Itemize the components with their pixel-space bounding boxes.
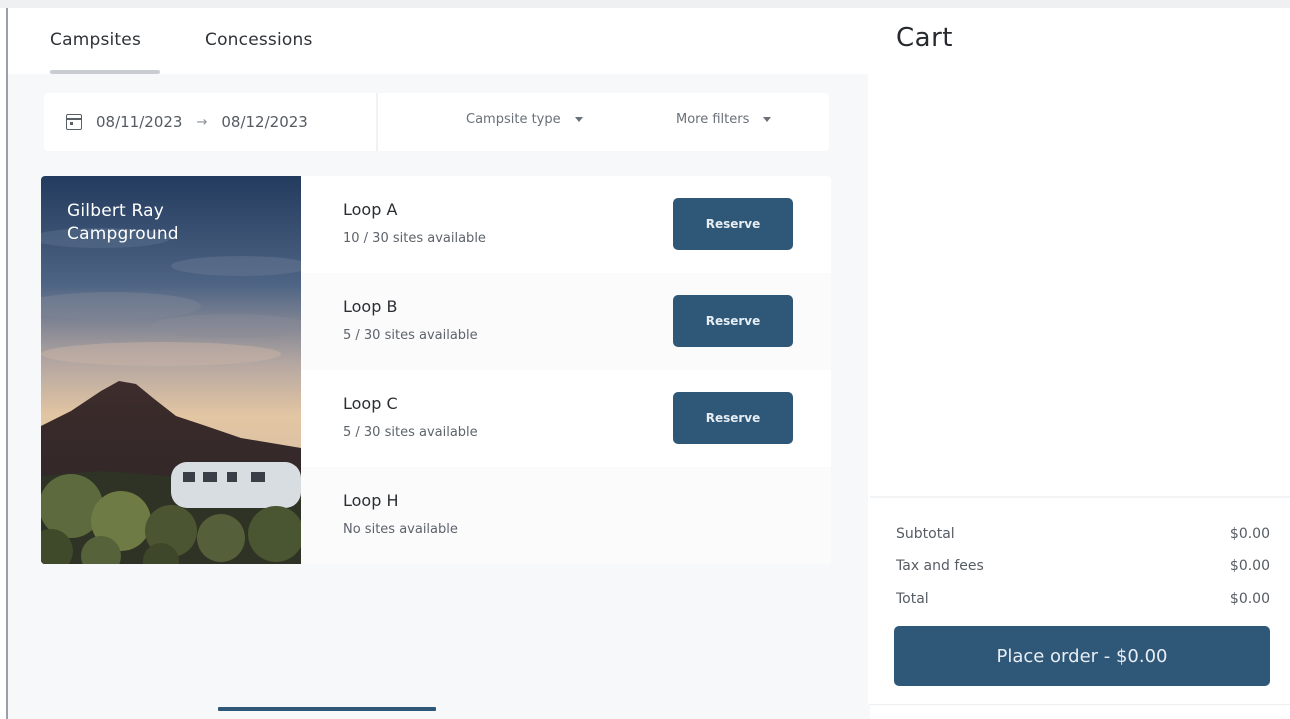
calendar-icon xyxy=(66,114,82,130)
loop-name: Loop C xyxy=(343,394,398,413)
date-range-picker[interactable]: 08/11/2023 → 08/12/2023 xyxy=(44,93,374,151)
caret-down-icon xyxy=(763,117,772,122)
bottom-strip xyxy=(8,704,870,719)
subtotal-row: Subtotal $0.00 xyxy=(896,526,1270,542)
trailer xyxy=(171,462,301,508)
cart-panel: Cart Subtotal $0.00 Tax and fees $0.00 T… xyxy=(870,8,1290,719)
active-tab-indicator xyxy=(50,70,160,74)
loop-row: Loop B 5 / 30 sites available Reserve xyxy=(301,273,831,370)
reserve-button[interactable]: Reserve xyxy=(673,198,793,250)
campground-name: Gilbert Ray Campground xyxy=(67,201,179,244)
loop-availability: 10 / 30 sites available xyxy=(343,231,486,246)
cart-title: Cart xyxy=(896,23,953,53)
loop-name: Loop H xyxy=(343,491,399,510)
tax-label: Tax and fees xyxy=(896,558,984,574)
loop-availability: 5 / 30 sites available xyxy=(343,425,478,440)
campsite-type-dropdown[interactable]: Campsite type xyxy=(466,112,583,127)
total-label: Total xyxy=(896,591,929,607)
filter-bar: 08/11/2023 → 08/12/2023 Campsite type Mo… xyxy=(44,93,829,151)
place-order-button[interactable]: Place order - $0.00 xyxy=(894,626,1270,686)
reserve-button[interactable]: Reserve xyxy=(673,295,793,347)
loop-row: Loop A 10 / 30 sites available Reserve xyxy=(301,176,831,273)
caret-down-icon xyxy=(574,117,583,122)
subtotal-label: Subtotal xyxy=(896,526,955,542)
tab-bar: Campsites Concessions xyxy=(8,8,868,74)
bottom-scroll-indicator xyxy=(218,707,436,711)
loop-row: Loop C 5 / 30 sites available Reserve xyxy=(301,370,831,467)
cart-divider xyxy=(870,496,1290,498)
arrow-right-icon: → xyxy=(196,114,208,130)
tab-campsites[interactable]: Campsites xyxy=(50,30,141,50)
more-filters-label: More filters xyxy=(676,112,750,127)
more-filters-dropdown[interactable]: More filters xyxy=(676,112,772,127)
main-panel: Campsites Concessions 08/11/2023 → 08/12… xyxy=(8,8,868,704)
bottom-right-strip xyxy=(870,704,1290,719)
tab-concessions[interactable]: Concessions xyxy=(205,30,313,50)
tax-row: Tax and fees $0.00 xyxy=(896,558,1270,574)
subtotal-value: $0.00 xyxy=(1229,526,1270,542)
loop-availability: No sites available xyxy=(343,522,458,537)
top-strip xyxy=(0,0,1290,8)
loop-availability: 5 / 30 sites available xyxy=(343,328,478,343)
campground-card: Gilbert Ray Campground Loop A 10 / 30 si… xyxy=(41,176,831,564)
filter-divider xyxy=(376,93,378,151)
tax-value: $0.00 xyxy=(1229,558,1270,574)
total-row: Total $0.00 xyxy=(896,591,1270,607)
total-value: $0.00 xyxy=(1229,591,1270,607)
loop-row: Loop H No sites available xyxy=(301,467,831,564)
loop-name: Loop B xyxy=(343,297,398,316)
start-date: 08/11/2023 xyxy=(96,113,183,131)
end-date: 08/12/2023 xyxy=(221,113,308,131)
reserve-button[interactable]: Reserve xyxy=(673,392,793,444)
loop-name: Loop A xyxy=(343,200,398,219)
campsite-type-label: Campsite type xyxy=(466,112,561,127)
campground-photo: Gilbert Ray Campground xyxy=(41,176,301,564)
